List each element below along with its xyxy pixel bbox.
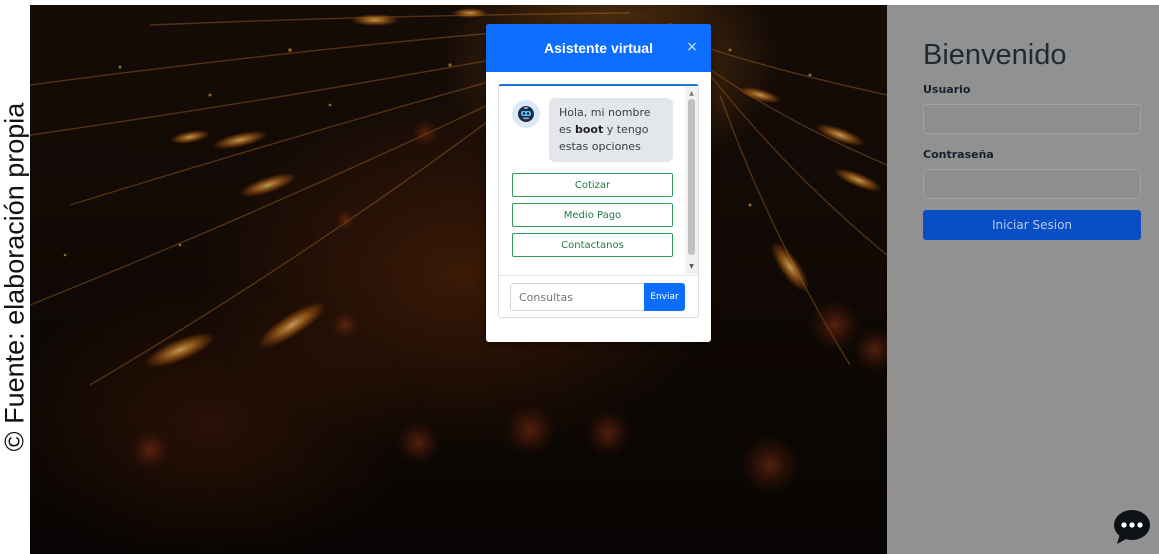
- chat-bubble-icon[interactable]: [1112, 508, 1152, 546]
- virtual-assistant-modal: Asistente virtual × Hola, mi nombre es b…: [486, 24, 711, 342]
- chat-scrollbar[interactable]: ▲ ▼: [685, 86, 698, 274]
- username-label: Usuario: [923, 83, 971, 96]
- password-label: Contraseña: [923, 148, 994, 161]
- close-icon[interactable]: ×: [684, 39, 700, 55]
- username-input[interactable]: [923, 104, 1141, 134]
- chat-panel: Hola, mi nombre es boot y tengo estas op…: [498, 84, 699, 318]
- option-medio-pago-button[interactable]: Medio Pago: [512, 203, 673, 227]
- message-input[interactable]: [510, 283, 644, 311]
- bot-message-bubble: Hola, mi nombre es boot y tengo estas op…: [549, 98, 673, 162]
- login-title: Bienvenido: [923, 39, 1067, 71]
- scroll-up-arrow-icon[interactable]: ▲: [685, 89, 698, 98]
- password-input[interactable]: [923, 169, 1141, 199]
- login-button[interactable]: Iniciar Sesion: [923, 210, 1141, 240]
- send-button[interactable]: Enviar: [644, 283, 685, 311]
- modal-header: Asistente virtual ×: [486, 24, 711, 72]
- browser-viewport: Bienvenido Usuario Contraseña Iniciar Se…: [30, 5, 1159, 554]
- modal-backdrop[interactable]: [30, 5, 887, 554]
- bot-name: boot: [575, 123, 604, 136]
- scrollbar-thumb[interactable]: [688, 99, 695, 255]
- figure-caption: © Fuente: elaboración propia: [0, 102, 30, 452]
- modal-title: Asistente virtual: [544, 40, 653, 56]
- option-contactanos-button[interactable]: Contactanos: [512, 233, 673, 257]
- scroll-down-arrow-icon[interactable]: ▼: [685, 262, 698, 271]
- chat-divider: [499, 275, 698, 276]
- robot-icon: [512, 100, 540, 128]
- option-cotizar-button[interactable]: Cotizar: [512, 173, 673, 197]
- login-panel: Bienvenido Usuario Contraseña Iniciar Se…: [887, 5, 1159, 554]
- caption-strip: © Fuente: elaboración propia: [0, 0, 30, 554]
